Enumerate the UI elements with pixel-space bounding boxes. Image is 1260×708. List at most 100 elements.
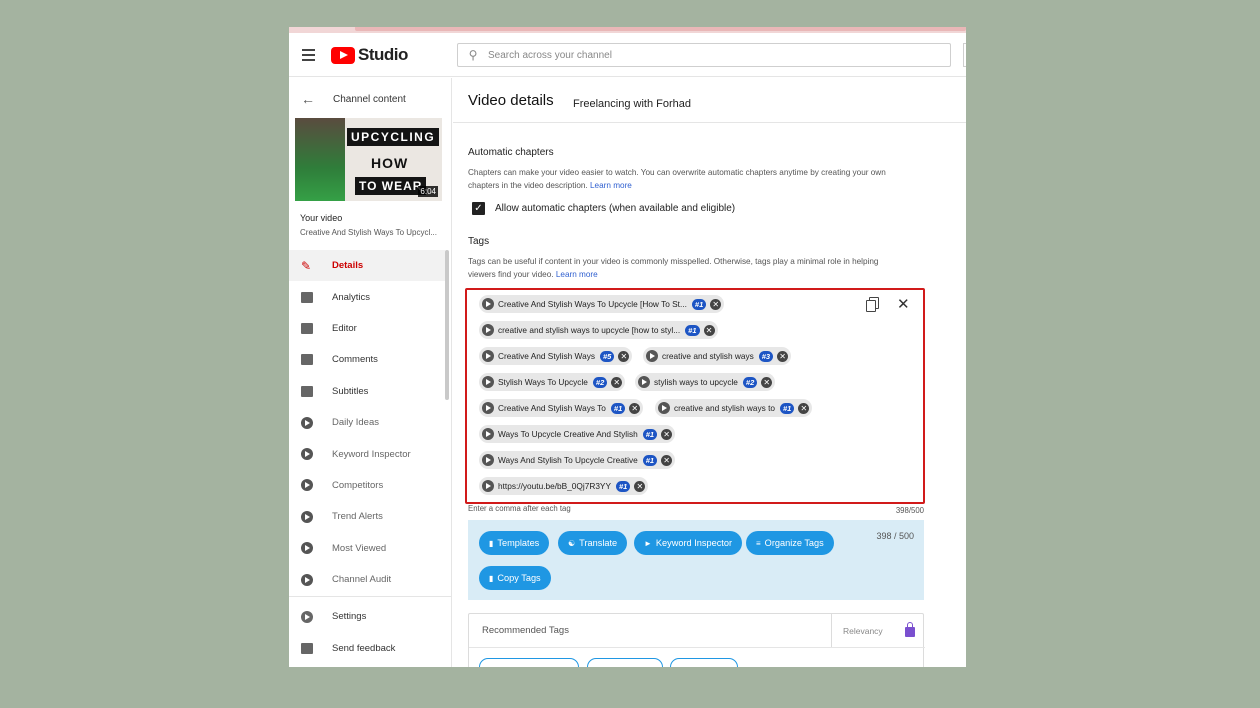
tag-rank-badge: #1 xyxy=(642,454,658,466)
remove-tag-icon[interactable]: ✕ xyxy=(611,376,623,388)
studio-logo[interactable]: Studio xyxy=(331,45,408,65)
sidebar-item-most-viewed[interactable]: Most Viewed xyxy=(289,533,445,564)
organize-tags-button-label: Organize Tags xyxy=(764,538,824,548)
checkbox-checked-icon[interactable]: ✓ xyxy=(472,202,485,215)
tag-text: creative and stylish ways to upcycle [ho… xyxy=(498,325,681,335)
recommended-tag-chip[interactable] xyxy=(670,658,738,667)
tag-tools-panel: ▮ Templates ☯ Translate ► Keyword Inspector… xyxy=(468,520,924,600)
organize-tags-button[interactable]: ≡ Organize Tags xyxy=(746,531,834,555)
translate-button[interactable]: ☯ Translate xyxy=(558,531,628,555)
sidebar-item-trend-alerts[interactable]: Trend Alerts xyxy=(289,501,445,532)
tag-rank-badge: #1 xyxy=(685,324,700,336)
recommended-tags-title: Recommended Tags xyxy=(482,625,569,636)
remove-tag-icon[interactable]: ✕ xyxy=(661,428,673,440)
close-icon[interactable]: ✕ xyxy=(897,295,910,313)
sidebar-item-send-feedback[interactable]: Send feedback xyxy=(289,632,445,663)
vidiq-icon xyxy=(482,454,494,466)
chapters-checkbox-row[interactable]: ✓ Allow automatic chapters (when availab… xyxy=(472,202,735,215)
tag-rank-badge: #1 xyxy=(691,298,707,310)
sidebar-item-analytics[interactable]: Analytics xyxy=(289,281,445,312)
back-label: Channel content xyxy=(333,93,406,105)
tags-learn-more-link[interactable]: Learn more xyxy=(556,270,598,279)
pencil-icon: ✎ xyxy=(301,258,312,273)
thumbnail-text-2: HOW xyxy=(371,155,409,171)
video-thumbnail[interactable]: UPCYCLING HOW TO WEAR 6:04 xyxy=(295,118,442,201)
sidebar-item-editor[interactable]: Editor xyxy=(289,313,445,344)
tag-chip[interactable]: Creative And Stylish Ways #5 ✕ xyxy=(479,347,633,365)
studio-window: Studio ⚲ ← Channel content UPCYCLING HOW… xyxy=(289,27,966,667)
sidebar-scrollbar[interactable] xyxy=(445,250,449,400)
tags-hint: Enter a comma after each tag xyxy=(468,504,571,513)
channel-name: Freelancing with Forhad xyxy=(573,98,692,110)
tag-chip[interactable]: creative and stylish ways #3 ✕ xyxy=(643,347,792,365)
keyword-inspector-button[interactable]: ► Keyword Inspector xyxy=(634,531,743,555)
tag-text: stylish ways to upcycle xyxy=(654,377,738,387)
copy-icon[interactable] xyxy=(866,297,880,312)
back-to-channel-content[interactable]: ← Channel content xyxy=(301,91,406,107)
chapters-learn-more-link[interactable]: Learn more xyxy=(590,181,632,190)
vidiq-icon xyxy=(482,298,494,310)
remove-tag-icon[interactable]: ✕ xyxy=(618,350,630,362)
sidebar-item-label: Settings xyxy=(332,611,367,623)
remove-tag-icon[interactable]: ✕ xyxy=(777,350,789,362)
tag-text: Stylish Ways To Upcycle xyxy=(498,377,588,387)
tag-chip[interactable]: Ways To Upcycle Creative And Stylish #1 … xyxy=(479,425,676,443)
sidebar-item-daily-ideas[interactable]: Daily Ideas xyxy=(289,407,445,438)
vidiq-icon xyxy=(301,573,313,586)
sidebar-item-comments[interactable]: Comments xyxy=(289,344,445,375)
tags-description: Tags can be useful if content in your vi… xyxy=(468,255,908,281)
sidebar-item-channel-audit[interactable]: Channel Audit xyxy=(289,564,445,595)
remove-tag-icon[interactable]: ✕ xyxy=(703,324,715,336)
vidiq-icon xyxy=(301,416,313,429)
vidiq-icon xyxy=(482,402,494,414)
lock-icon[interactable] xyxy=(905,622,915,637)
sidebar-item-label: Channel Audit xyxy=(332,574,392,586)
tag-chip[interactable]: creative and stylish ways to upcycle [ho… xyxy=(479,321,718,339)
remove-tag-icon[interactable]: ✕ xyxy=(710,298,722,310)
remove-tag-icon[interactable]: ✕ xyxy=(661,454,673,466)
tag-chip[interactable]: Ways And Stylish To Upcycle Creative #1 … xyxy=(479,451,676,469)
vidiq-icon xyxy=(638,376,650,388)
tag-chip[interactable]: Creative And Stylish Ways To #1 ✕ xyxy=(479,399,644,417)
remove-tag-icon[interactable]: ✕ xyxy=(761,376,773,388)
tags-input-box[interactable]: Creative And Stylish Ways To Upcycle [Ho… xyxy=(465,288,925,504)
recommended-tag-chip[interactable] xyxy=(479,658,579,667)
recommended-tag-chip[interactable] xyxy=(587,658,663,667)
sidebar-item-subtitles[interactable]: Subtitles xyxy=(289,376,445,407)
tag-chip[interactable]: Stylish Ways To Upcycle #2 ✕ xyxy=(479,373,626,391)
tag-rank-badge: #3 xyxy=(758,350,774,362)
translate-icon: ☯ xyxy=(568,538,576,548)
vidiq-icon xyxy=(482,324,494,336)
sidebar-item-competitors[interactable]: Competitors xyxy=(289,470,445,501)
tag-chip[interactable]: Creative And Stylish Ways To Upcycle [Ho… xyxy=(479,295,725,313)
vidiq-icon xyxy=(301,510,313,523)
tag-rank-badge: #1 xyxy=(616,480,631,492)
vidiq-icon xyxy=(482,376,494,388)
search-bar[interactable]: ⚲ xyxy=(457,43,951,67)
remove-tag-icon[interactable]: ✕ xyxy=(634,480,646,492)
title-divider xyxy=(453,122,966,123)
search-input[interactable] xyxy=(488,49,928,61)
tags-heading: Tags xyxy=(468,236,490,247)
arrow-left-icon[interactable]: ← xyxy=(301,91,333,107)
tag-chip[interactable]: https://youtu.be/bB_0Qj7R3YY #1 ✕ xyxy=(479,477,649,495)
vidiq-icon xyxy=(482,428,494,440)
remove-tag-icon[interactable]: ✕ xyxy=(629,402,641,414)
recommended-header-divider xyxy=(469,647,925,648)
youtube-play-icon xyxy=(331,46,355,64)
tag-text: creative and stylish ways to xyxy=(674,403,775,413)
remove-tag-icon[interactable]: ✕ xyxy=(798,402,810,414)
copy-icon: ▮ xyxy=(489,573,494,583)
relevancy-label[interactable]: Relevancy xyxy=(843,626,883,636)
tag-text: Ways And Stylish To Upcycle Creative xyxy=(498,455,638,465)
tag-chip[interactable]: stylish ways to upcycle #2 ✕ xyxy=(635,373,776,391)
menu-icon[interactable] xyxy=(302,49,315,61)
templates-button[interactable]: ▮ Templates xyxy=(479,531,550,555)
vidiq-icon xyxy=(658,402,670,414)
chapters-checkbox-label: Allow automatic chapters (when available… xyxy=(495,203,736,214)
copy-tags-button[interactable]: ▮ Copy Tags xyxy=(479,566,551,590)
sidebar-item-details[interactable]: ✎ Details xyxy=(289,250,445,282)
sidebar-item-settings[interactable]: Settings xyxy=(289,601,445,632)
tag-chip[interactable]: creative and stylish ways to #1 ✕ xyxy=(655,399,813,417)
sidebar-item-keyword-inspector[interactable]: Keyword Inspector xyxy=(289,438,445,469)
